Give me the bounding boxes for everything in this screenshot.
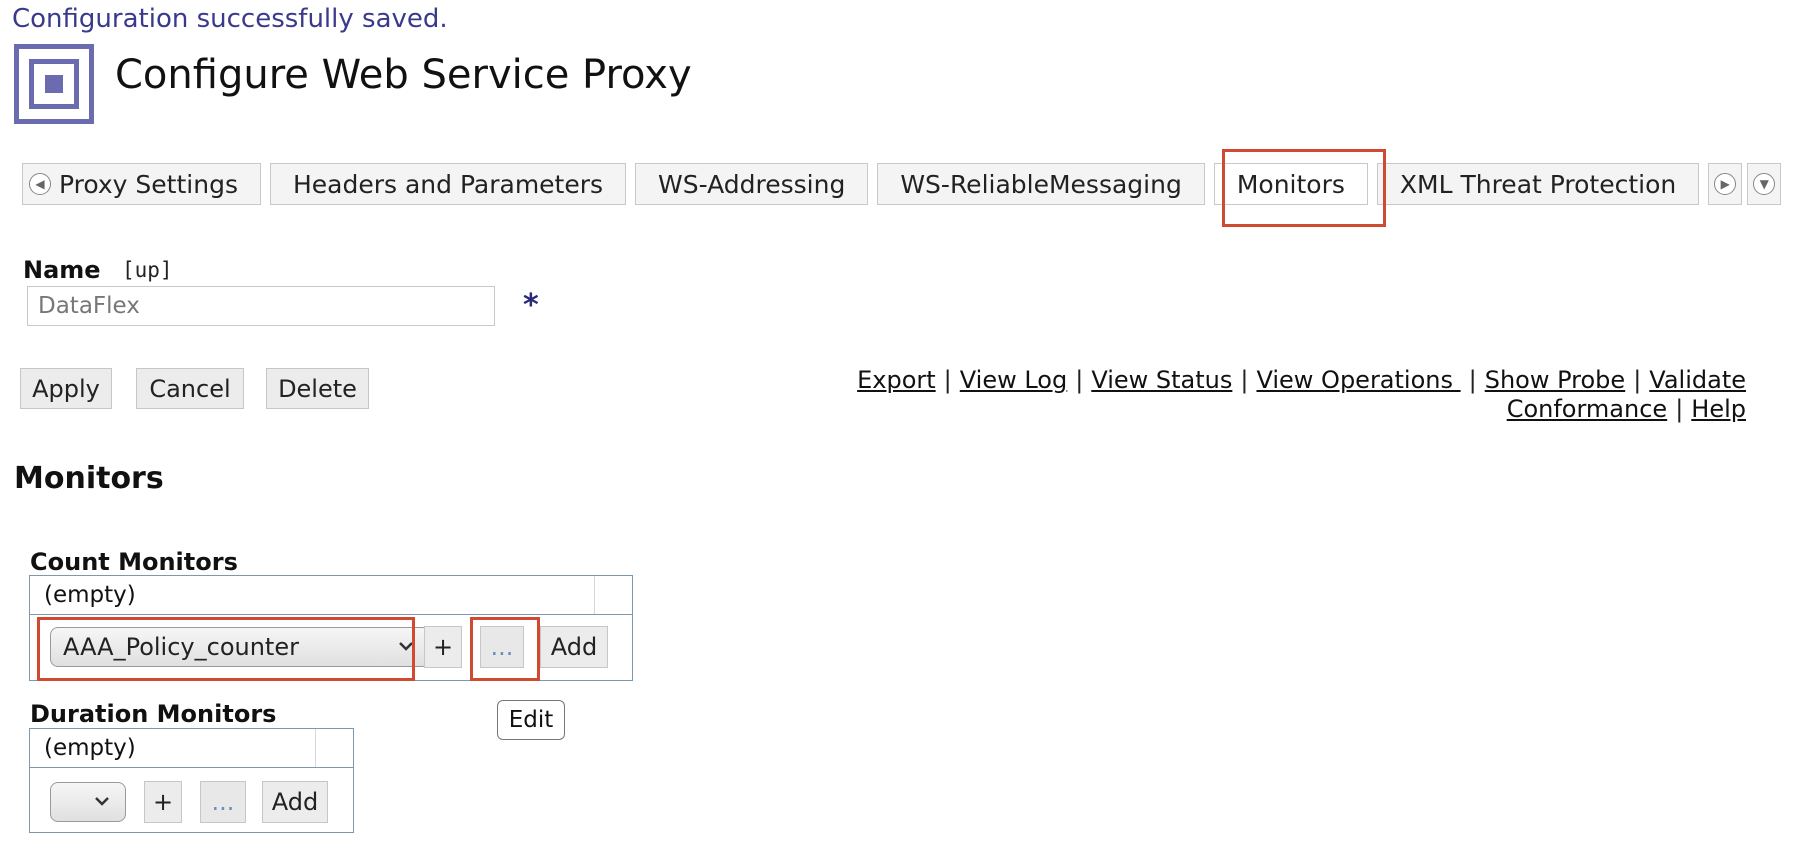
view-log-link[interactable]: View Log <box>960 366 1067 394</box>
show-probe-link[interactable]: Show Probe <box>1485 366 1625 394</box>
tabs-scroll-right-button[interactable]: ▶ <box>1708 163 1743 205</box>
tab-bar: ◀ Proxy Settings Headers and Parameters … <box>22 163 1786 205</box>
name-field[interactable] <box>27 286 495 326</box>
duration-add-button[interactable]: Add <box>262 781 328 823</box>
edit-button-highlight <box>470 617 540 681</box>
export-link[interactable]: Export <box>857 366 936 394</box>
tabs-menu-button[interactable]: ▼ <box>1747 163 1782 205</box>
tab-label: WS-ReliableMessaging <box>900 169 1182 199</box>
duration-edit-button[interactable]: ... <box>200 781 246 823</box>
page-title: Configure Web Service Proxy <box>115 52 692 98</box>
monitors-tab-highlight <box>1222 149 1386 227</box>
status-message: Configuration successfully saved. <box>12 4 448 34</box>
delete-button[interactable]: Delete <box>266 368 369 409</box>
cancel-button[interactable]: Cancel <box>136 368 244 409</box>
tab-xml-threat-protection[interactable]: XML Threat Protection <box>1376 163 1700 205</box>
apply-button[interactable]: Apply <box>20 368 112 409</box>
app-logo-icon <box>14 44 94 124</box>
help-link[interactable]: Help <box>1691 395 1746 423</box>
name-state: [up] <box>122 258 173 282</box>
chevron-down-icon: ▼ <box>1753 173 1776 195</box>
scroll-right-icon: ▶ <box>1714 173 1737 195</box>
tab-label: WS-Addressing <box>658 169 846 199</box>
duration-monitors-panel: (empty) + ... Add <box>29 728 354 833</box>
tab-label: Headers and Parameters <box>292 169 604 199</box>
tab-label: Proxy Settings <box>59 169 238 199</box>
tab-ws-reliablemessaging[interactable]: WS-ReliableMessaging <box>877 163 1205 205</box>
tab-label: XML Threat Protection <box>1399 169 1677 199</box>
required-marker: * <box>523 288 539 323</box>
tab-proxy-settings[interactable]: ◀ Proxy Settings <box>22 163 261 205</box>
count-new-button[interactable]: + <box>424 626 462 668</box>
count-empty-text: (empty) <box>44 582 136 608</box>
edit-tooltip: Edit <box>497 700 565 740</box>
duration-new-button[interactable]: + <box>144 781 182 823</box>
chevron-down-icon <box>95 797 109 806</box>
validate-conformance-link[interactable]: Validate <box>1649 366 1746 394</box>
view-operations-link[interactable]: View Operations <box>1256 366 1460 394</box>
duration-monitors-list: (empty) <box>30 729 353 768</box>
duration-monitors-title: Duration Monitors <box>30 700 277 728</box>
monitors-section-title: Monitors <box>14 461 164 496</box>
duration-monitor-select[interactable] <box>50 782 126 822</box>
tab-ws-addressing[interactable]: WS-Addressing <box>635 163 869 205</box>
count-select-highlight <box>37 617 415 681</box>
scroll-left-icon[interactable]: ◀ <box>29 173 51 195</box>
action-links: Export | View Log | View Status | View Operati… <box>857 366 1746 423</box>
count-monitors-list: (empty) <box>30 576 632 615</box>
name-label: Name <box>23 256 101 284</box>
validate-conformance-link-cont[interactable]: Conformance <box>1507 395 1668 423</box>
count-add-button[interactable]: Add <box>540 626 608 668</box>
view-status-link[interactable]: View Status <box>1091 366 1232 394</box>
tab-headers-and-parameters[interactable]: Headers and Parameters <box>269 163 627 205</box>
duration-empty-text: (empty) <box>44 735 136 761</box>
count-monitors-title: Count Monitors <box>30 548 238 576</box>
